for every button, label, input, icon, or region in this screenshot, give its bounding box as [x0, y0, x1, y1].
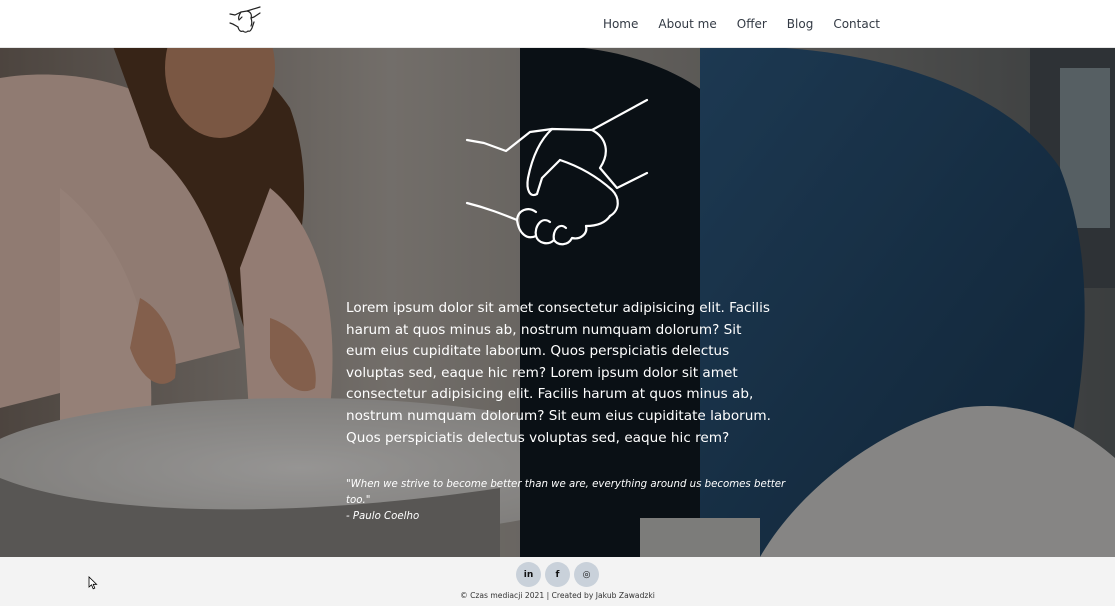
- mouse-cursor-icon: [88, 576, 98, 590]
- hero-section: Lorem ipsum dolor sit amet consectetur a…: [0, 48, 1115, 557]
- nav-about-me[interactable]: About me: [658, 16, 716, 32]
- facebook-icon[interactable]: f: [545, 562, 570, 587]
- hero-paragraph: Lorem ipsum dolor sit amet consectetur a…: [346, 300, 771, 446]
- site-header: Home About me Offer Blog Contact: [0, 0, 1115, 48]
- copyright-text: © Czas mediacji 2021 | Created by Jakub …: [460, 591, 655, 600]
- handshake-icon[interactable]: [227, 6, 267, 38]
- nav-blog[interactable]: Blog: [787, 16, 814, 32]
- instagram-icon[interactable]: ◎: [574, 562, 599, 587]
- linkedin-icon[interactable]: in: [516, 562, 541, 587]
- nav-home[interactable]: Home: [603, 16, 638, 32]
- nav-contact[interactable]: Contact: [833, 16, 880, 32]
- nav-offer[interactable]: Offer: [737, 16, 767, 32]
- main-nav: Home About me Offer Blog Contact: [603, 16, 880, 32]
- social-links: in f ◎: [516, 562, 599, 587]
- quote-text: "When we strive to become better than we…: [346, 479, 786, 506]
- quote-author: - Paulo Coelho: [346, 511, 420, 522]
- site-footer: in f ◎ © Czas mediacji 2021 | Created by…: [0, 557, 1115, 606]
- handshake-icon: [465, 98, 649, 246]
- hero-quote: "When we strive to become better than we…: [346, 477, 786, 525]
